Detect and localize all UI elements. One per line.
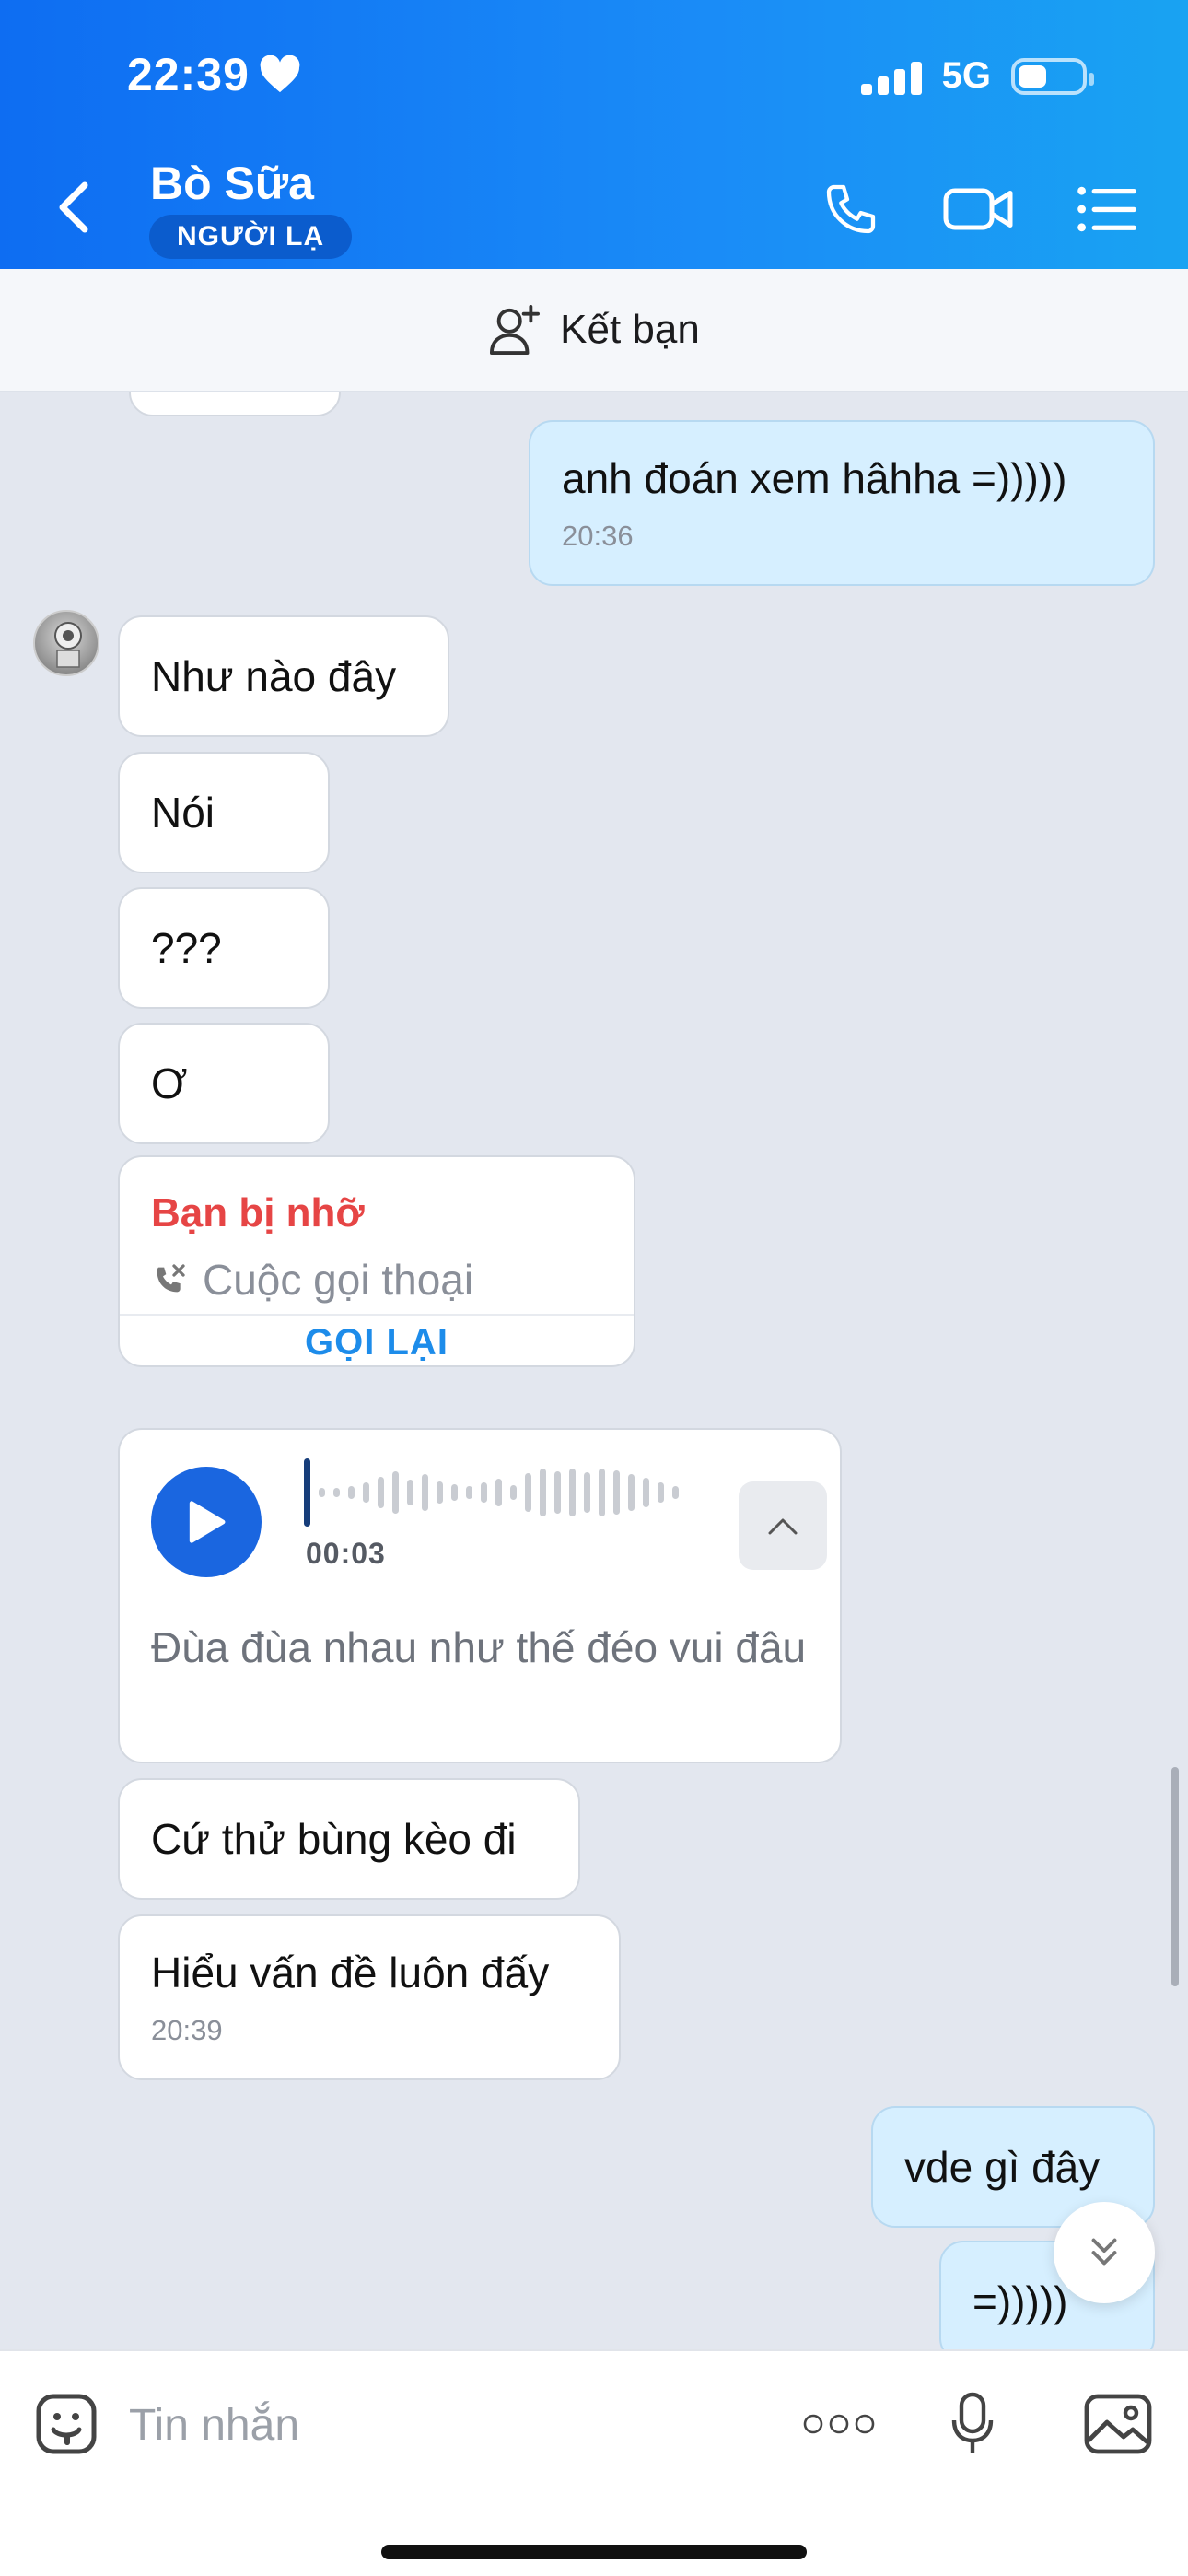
message-bubble-sent[interactable]: anh đoán xem hâhha =))))) 20:36: [529, 420, 1155, 586]
message-text: Như nào đây: [151, 652, 397, 700]
stranger-badge: NGƯỜI LẠ: [149, 215, 353, 259]
chevron-up-icon: [768, 1518, 798, 1535]
message-time: 20:39: [151, 2014, 223, 2046]
status-bar-time: 22:39: [127, 48, 301, 101]
voice-message-card: 00:03 Đùa đùa nhau như thế đéo vui đâu: [118, 1428, 842, 1763]
message-text: Ơ: [151, 1060, 188, 1107]
message-bubble-received[interactable]: Nói: [118, 752, 330, 873]
message-bubble-received[interactable]: ???: [118, 887, 330, 1009]
missed-call-type: Cuộc gọi thoại: [203, 1256, 474, 1304]
microphone-icon: [951, 2392, 994, 2453]
message-list[interactable]: anh đoán xem hâhha =))))) 20:36 Như nào …: [0, 392, 1188, 2349]
message-text: Cứ thử bùng kèo đi: [151, 1815, 517, 1863]
message-bubble-received[interactable]: Cứ thử bùng kèo đi: [118, 1778, 580, 1900]
options-menu-button[interactable]: [1074, 177, 1138, 241]
heart-icon: [260, 55, 300, 93]
audio-waveform[interactable]: [304, 1458, 679, 1528]
message-text: vde gì đây: [904, 2143, 1101, 2191]
battery-icon: [1011, 57, 1094, 95]
message-bubble: [129, 392, 341, 416]
message-text: anh đoán xem hâhha =))))): [562, 454, 1067, 502]
clock-text: 22:39: [127, 49, 250, 100]
missed-call-subtitle: Cuộc gọi thoại: [151, 1255, 473, 1305]
avatar[interactable]: [33, 610, 99, 676]
chat-header: 22:39 5G Bò Sữa NGƯỜI LẠ: [0, 0, 1188, 269]
message-text: Nói: [151, 789, 215, 837]
list-menu-icon: [1077, 186, 1136, 232]
message-input[interactable]: [129, 2388, 774, 2462]
voice-duration: 00:03: [306, 1537, 386, 1570]
back-button[interactable]: [55, 175, 101, 240]
scroll-to-bottom-button[interactable]: [1054, 2202, 1155, 2303]
message-time: 20:36: [562, 520, 634, 552]
message-bubble-received[interactable]: Ơ: [118, 1023, 330, 1144]
add-user-icon: [490, 305, 541, 355]
voice-record-button[interactable]: [945, 2383, 1000, 2465]
chevron-left-icon: [59, 181, 88, 233]
status-bar-indicators: 5G: [860, 55, 1094, 97]
missed-call-icon: [157, 1264, 185, 1293]
play-button[interactable]: [151, 1467, 262, 1577]
more-dots-icon: [803, 2414, 875, 2434]
avatar-image: [54, 622, 82, 668]
scrollbar[interactable]: [1171, 1767, 1179, 1986]
network-type: 5G: [941, 55, 991, 96]
sticker-button[interactable]: [31, 2383, 101, 2465]
voice-transcript: Đùa đùa nhau như thế đéo vui đâu: [151, 1623, 807, 1671]
collapse-transcript-button[interactable]: [739, 1481, 827, 1570]
message-bubble-received[interactable]: Như nào đây: [118, 615, 449, 737]
sticker-icon: [36, 2394, 97, 2454]
play-icon: [189, 1501, 226, 1543]
signal-icon: [860, 58, 922, 95]
call-back-button[interactable]: GỌI LẠI: [120, 1316, 634, 1365]
composer-bar: [0, 2349, 1188, 2576]
video-call-button[interactable]: [939, 177, 1017, 241]
contact-name[interactable]: Bò Sữa: [150, 157, 314, 210]
phone-icon: [826, 184, 876, 234]
image-icon: [1084, 2394, 1152, 2454]
add-friend-bar[interactable]: Kết bạn: [0, 269, 1188, 392]
double-chevron-down-icon: [1091, 2238, 1117, 2266]
home-indicator[interactable]: [381, 2545, 807, 2559]
video-camera-icon: [943, 188, 1013, 230]
voice-call-button[interactable]: [814, 177, 888, 241]
add-friend-label: Kết bạn: [560, 307, 700, 352]
message-text: ???: [151, 924, 222, 972]
missed-call-title: Bạn bị nhỡ: [151, 1190, 365, 1235]
more-options-button[interactable]: [799, 2383, 879, 2465]
gallery-button[interactable]: [1081, 2383, 1155, 2465]
message-text: Hiểu vấn đề luôn đấy: [151, 1949, 550, 1996]
missed-call-card: Bạn bị nhỡ Cuộc gọi thoại GỌI LẠI: [118, 1155, 635, 1367]
message-bubble-received[interactable]: Hiểu vấn đề luôn đấy 20:39: [118, 1914, 621, 2080]
